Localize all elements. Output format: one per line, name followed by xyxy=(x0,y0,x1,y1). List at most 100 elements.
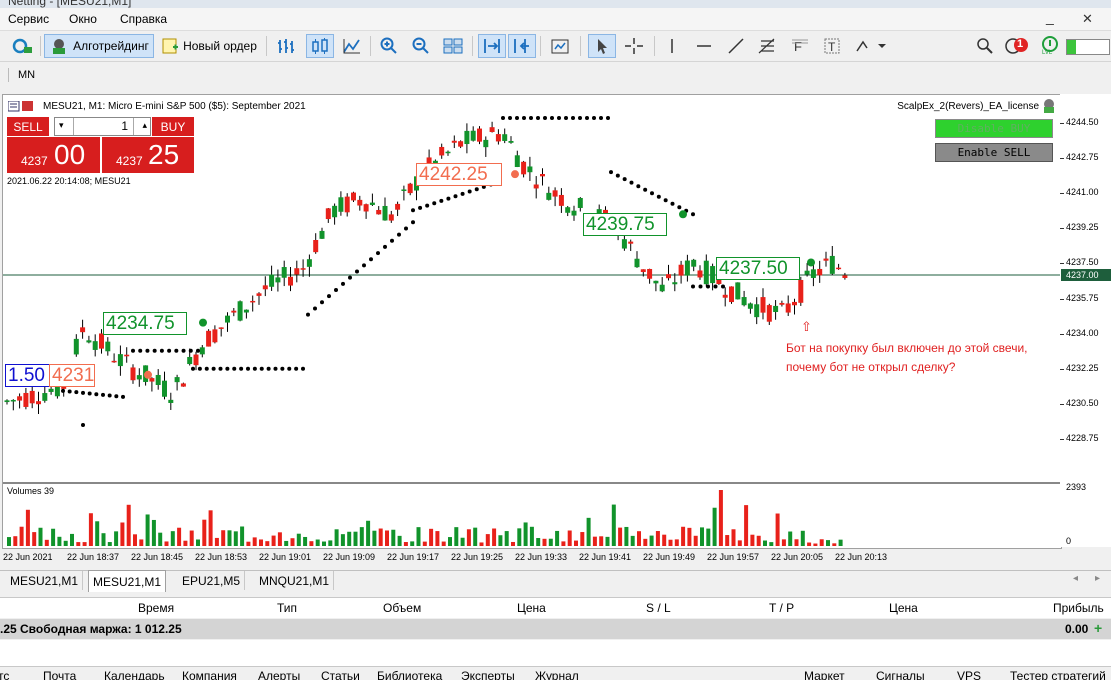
tf-mn[interactable]: MN xyxy=(18,69,35,81)
new-order-button[interactable]: Новый ордер xyxy=(158,34,260,58)
volume-bar xyxy=(126,504,131,546)
candle xyxy=(451,135,457,149)
btab-market[interactable]: Маркет xyxy=(804,669,845,680)
fibo-fan-icon[interactable]: F xyxy=(788,34,812,58)
horizontal-line-icon[interactable] xyxy=(692,34,716,58)
candle xyxy=(212,325,218,344)
col-sl[interactable]: S / L xyxy=(646,601,671,615)
candle xyxy=(458,140,464,149)
sar-dot xyxy=(474,187,479,192)
sar-dot xyxy=(232,366,237,371)
vertical-line-icon[interactable] xyxy=(660,34,684,58)
sar-dot xyxy=(606,115,610,120)
level-icon[interactable]: LVL xyxy=(1036,34,1064,58)
crosshair-icon[interactable] xyxy=(620,34,648,58)
autoscroll-icon[interactable] xyxy=(478,34,506,58)
search-icon[interactable] xyxy=(974,34,996,58)
tab-scroll-left-icon[interactable]: ◂ xyxy=(1073,573,1078,584)
tab-mesu21-2[interactable]: MESU21,M1 xyxy=(88,570,167,592)
tab-scroll-right-icon[interactable]: ▸ xyxy=(1095,573,1100,584)
bar-chart-icon[interactable] xyxy=(272,34,300,58)
btab-trade[interactable]: тс xyxy=(0,669,9,680)
candle xyxy=(306,254,312,277)
btab-vps[interactable]: VPS xyxy=(957,669,981,680)
add-icon[interactable]: + xyxy=(1094,620,1102,636)
candle xyxy=(256,292,262,305)
trendline-icon[interactable] xyxy=(724,34,748,58)
tab-mesu21-1[interactable]: MESU21,M1 xyxy=(6,571,84,590)
btab-library[interactable]: Библиотека xyxy=(377,669,442,680)
btab-calendar[interactable]: Календарь xyxy=(104,669,165,680)
cursor-icon[interactable] xyxy=(588,34,616,58)
shapes-menu-icon[interactable] xyxy=(852,34,890,58)
volume-bar xyxy=(25,509,30,546)
account-icon[interactable] xyxy=(6,34,38,58)
text-icon[interactable]: T xyxy=(820,34,844,58)
menu-window[interactable]: Окно xyxy=(69,12,97,26)
volume-bar xyxy=(706,528,711,546)
btab-journal[interactable]: Журнал xyxy=(535,669,579,680)
volume-bar xyxy=(170,531,175,546)
algotrading-button[interactable]: Алготрейдинг xyxy=(44,34,154,58)
candle xyxy=(754,297,760,325)
sar-dot xyxy=(425,203,430,208)
sar-dot xyxy=(273,366,278,371)
zoom-in-icon[interactable] xyxy=(376,34,402,58)
close-icon[interactable]: ✕ xyxy=(1082,11,1093,27)
trade-marker xyxy=(199,318,207,327)
candle xyxy=(678,260,684,284)
candle xyxy=(735,282,741,300)
volume-bar xyxy=(385,530,389,546)
minimize-icon[interactable]: _ xyxy=(1046,9,1054,25)
col-tp[interactable]: T / P xyxy=(769,601,794,615)
chart-shift-icon[interactable] xyxy=(508,34,536,58)
time-tick: 22 Jun 18:45 xyxy=(131,552,184,562)
btab-tester[interactable]: Тестер стратегий xyxy=(1010,669,1106,680)
sar-dot xyxy=(246,366,250,371)
tile-windows-icon[interactable] xyxy=(440,34,466,58)
fibo-icon[interactable] xyxy=(754,34,780,58)
volume-bar xyxy=(63,540,68,546)
svg-text:F: F xyxy=(794,39,802,54)
candle xyxy=(218,327,224,337)
menu-service[interactable]: Сервис xyxy=(8,12,49,26)
vol-axis-bottom: 0 xyxy=(1066,536,1072,546)
candle-chart-icon[interactable] xyxy=(306,34,334,58)
sar-dot xyxy=(622,177,627,182)
volume-bar xyxy=(718,490,723,546)
price-label: 4237.50 xyxy=(716,257,800,281)
zoom-out-icon[interactable] xyxy=(408,34,434,58)
col-price2[interactable]: Цена xyxy=(889,601,918,615)
price-tick: 4235.75 xyxy=(1066,292,1099,303)
btab-articles[interactable]: Статьи xyxy=(321,669,360,680)
volume-bar xyxy=(781,539,786,546)
notifications-icon[interactable]: 1 xyxy=(1002,34,1032,58)
btab-signals[interactable]: Сигналы xyxy=(876,669,925,680)
volume-bar xyxy=(164,541,169,546)
sar-dot xyxy=(677,205,682,210)
volume-bar xyxy=(492,528,497,546)
trade-marker xyxy=(511,170,519,179)
line-chart-icon[interactable] xyxy=(338,34,366,58)
sar-dot xyxy=(550,115,554,120)
tab-epu21[interactable]: EPU21,M5 xyxy=(178,571,246,590)
btab-mail[interactable]: Почта xyxy=(43,669,76,680)
volume-bar xyxy=(221,530,226,546)
volume-bar xyxy=(265,541,270,546)
col-price[interactable]: Цена xyxy=(517,601,546,615)
menu-help[interactable]: Справка xyxy=(120,12,167,26)
price-axis: 4244.50 4242.75 4241.00 4239.25 4237.50 4235.… xyxy=(1060,94,1111,547)
chart-window[interactable]: MESU21, M1: Micro E-mini S&P 500 ($5): S… xyxy=(2,94,1062,562)
sar-dot xyxy=(706,284,710,289)
templates-icon[interactable] xyxy=(546,34,574,58)
sar-dot xyxy=(348,275,352,280)
col-type[interactable]: Тип xyxy=(277,601,297,615)
tab-mnqu21[interactable]: MNQU21,M1 xyxy=(255,571,335,590)
col-profit[interactable]: Прибыль xyxy=(1053,601,1104,615)
col-volume[interactable]: Объем xyxy=(383,601,421,615)
btab-experts[interactable]: Эксперты xyxy=(461,669,515,680)
col-time[interactable]: Время xyxy=(138,601,174,615)
btab-company[interactable]: Компания xyxy=(182,669,237,680)
sar-dot xyxy=(280,366,285,371)
btab-alerts[interactable]: Алерты xyxy=(258,669,300,680)
